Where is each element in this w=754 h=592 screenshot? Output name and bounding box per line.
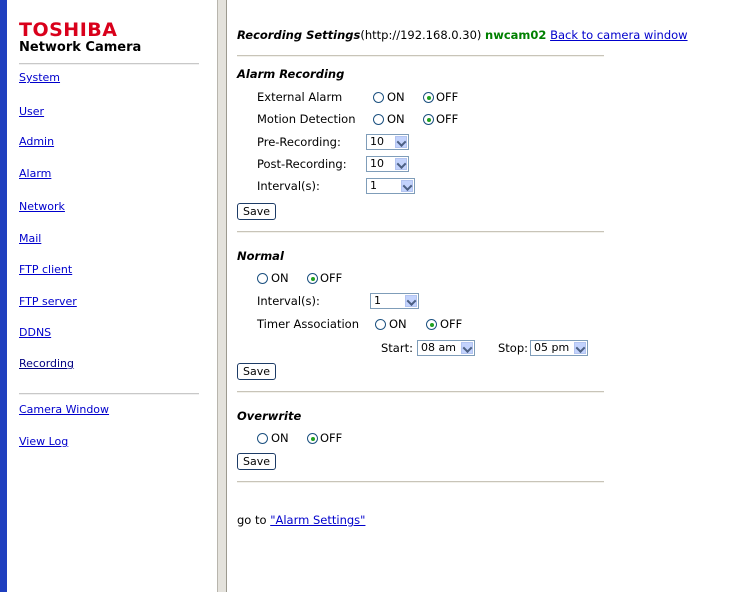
chevron-down-icon [395,158,407,170]
normal-on-label: ON [271,271,289,285]
normal-on-radio[interactable] [257,273,268,284]
chevron-down-icon [395,136,407,148]
timer-association-off-label: OFF [440,317,463,331]
sidebar-item-ftp-client[interactable]: FTP client [19,264,72,276]
sidebar-item-ftp-server[interactable]: FTP server [19,296,77,308]
start-time-value: 08 am [421,341,456,354]
sidebar-item-network[interactable]: Network [19,201,65,213]
motion-detection-on-label: ON [387,112,405,126]
external-alarm-off-radio[interactable] [423,92,434,103]
stop-time-value: 05 pm [534,341,570,354]
chevron-down-icon [401,180,413,192]
chevron-down-icon [461,342,473,354]
alarm-settings-link[interactable]: "Alarm Settings" [270,513,365,527]
post-recording-value: 10 [370,157,384,170]
start-label: Start: [381,341,413,355]
overwrite-off-radio[interactable] [307,433,318,444]
alarm-interval-value: 1 [370,179,377,192]
motion-detection-off-label: OFF [436,112,459,126]
brand-subtitle: Network Camera [19,40,142,55]
timer-association-off-radio[interactable] [426,319,437,330]
chevron-down-icon [405,295,417,307]
pre-recording-label: Pre-Recording: [257,135,341,149]
sidebar-item-alarm[interactable]: Alarm [19,168,51,180]
normal-heading: Normal [237,249,284,263]
external-alarm-label: External Alarm [257,90,343,104]
external-alarm-off-label: OFF [436,90,459,104]
alarm-save-button[interactable]: Save [237,203,277,220]
motion-detection-off-radio[interactable] [423,114,434,125]
timer-association-on-radio[interactable] [375,319,386,330]
page-header: Recording Settings(http://192.168.0.30) … [237,28,688,42]
section-divider [237,481,604,483]
main-panel: Recording Settings(http://192.168.0.30) … [227,0,754,592]
start-time-select[interactable]: 08 am [417,340,475,356]
timer-association-on-label: ON [389,317,407,331]
normal-off-label: OFF [320,271,343,285]
section-divider [237,231,604,233]
back-to-camera-link[interactable]: Back to camera window [550,28,687,42]
alarm-interval-label: Interval(s): [257,179,320,193]
sidebar-item-view-log[interactable]: View Log [19,436,68,448]
normal-interval-value: 1 [374,294,381,307]
brand-logo: TOSHIBA [19,19,118,41]
stop-label: Stop: [498,341,529,355]
pre-recording-value: 10 [370,135,384,148]
sidebar-item-camera-window[interactable]: Camera Window [19,404,109,416]
post-recording-select[interactable]: 10 [366,156,409,172]
sidebar: TOSHIBA Network Camera System User Admin… [7,0,217,592]
external-alarm-on-radio[interactable] [373,92,384,103]
camera-address: (http://192.168.0.30) [360,28,482,42]
camera-name: nwcam02 [485,28,547,42]
alarm-recording-heading: Alarm Recording [237,67,345,81]
overwrite-off-label: OFF [320,431,343,445]
header-divider [237,55,604,57]
normal-save-button[interactable]: Save [237,363,277,380]
page-title: Recording Settings [237,28,361,42]
goto-line: go to "Alarm Settings" [237,513,365,527]
post-recording-label: Post-Recording: [257,157,347,171]
chevron-down-icon [574,342,586,354]
section-divider [237,391,604,393]
goto-prefix: go to [237,513,271,527]
sidebar-item-admin[interactable]: Admin [19,136,54,148]
external-alarm-on-label: ON [387,90,405,104]
overwrite-on-label: ON [271,431,289,445]
overwrite-on-radio[interactable] [257,433,268,444]
overwrite-save-button[interactable]: Save [237,453,277,470]
pre-recording-select[interactable]: 10 [366,134,409,150]
window-edge [0,0,7,592]
sidebar-divider-2 [19,393,199,395]
alarm-interval-select[interactable]: 1 [366,178,415,194]
sidebar-item-system[interactable]: System [19,72,60,84]
sidebar-item-user[interactable]: User [19,106,44,118]
normal-interval-select[interactable]: 1 [370,293,419,309]
sidebar-item-ddns[interactable]: DDNS [19,327,51,339]
normal-off-radio[interactable] [307,273,318,284]
overwrite-heading: Overwrite [237,409,302,423]
timer-association-label: Timer Association [257,317,360,331]
motion-detection-on-radio[interactable] [373,114,384,125]
motion-detection-label: Motion Detection [257,112,356,126]
sidebar-item-recording[interactable]: Recording [19,358,74,370]
normal-interval-label: Interval(s): [257,294,320,308]
sidebar-item-mail[interactable]: Mail [19,233,41,245]
frame-splitter[interactable] [217,0,227,592]
stop-time-select[interactable]: 05 pm [530,340,588,356]
sidebar-divider [19,63,199,65]
